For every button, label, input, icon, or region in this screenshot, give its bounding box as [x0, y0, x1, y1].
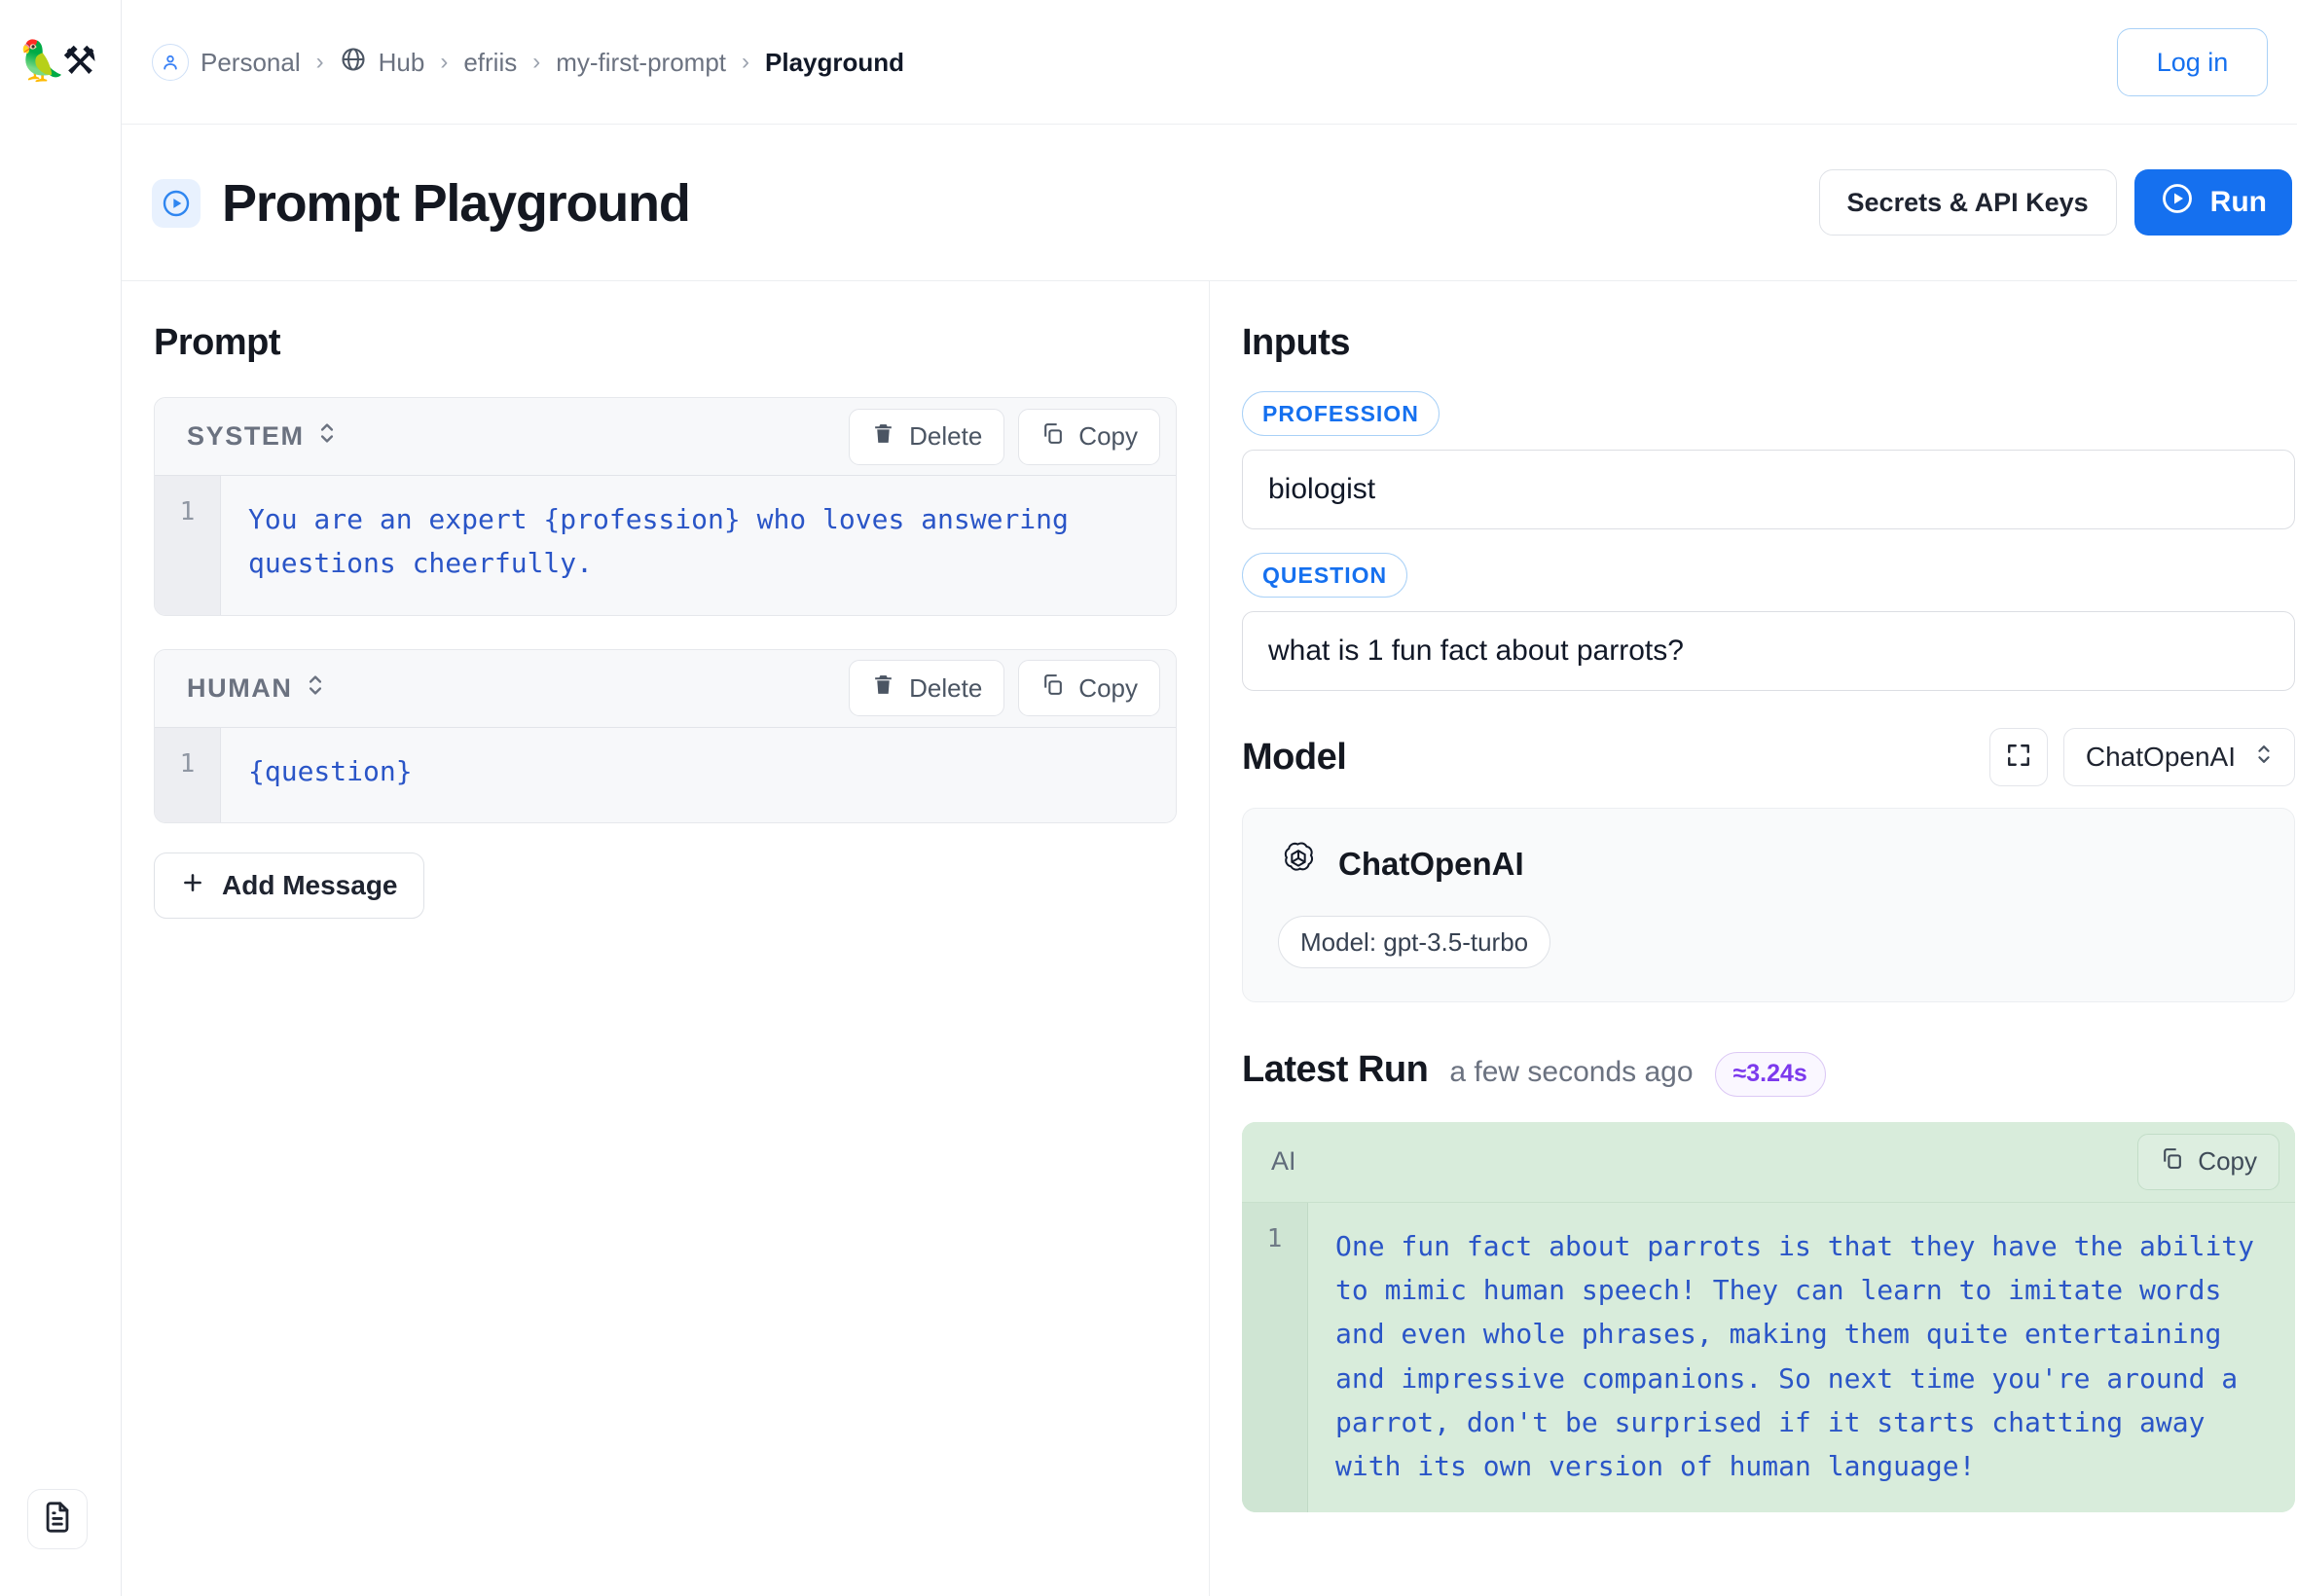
breadcrumb-label: Hub — [378, 47, 425, 77]
page-title-group: Prompt Playground — [152, 125, 691, 281]
breadcrumb-separator: › — [532, 49, 541, 75]
ai-output-body: 1 One fun fact about parrots is that the… — [1242, 1201, 2295, 1512]
expand-model-button[interactable] — [1988, 728, 2048, 786]
copy-icon — [1040, 672, 1065, 704]
delete-label: Delete — [909, 672, 983, 703]
line-number: 1 — [155, 476, 221, 615]
breadcrumb-label: Personal — [201, 47, 301, 77]
user-icon — [152, 44, 189, 81]
message-card-human: HUMAN Delete Copy 1 {question} — [154, 648, 1177, 824]
delete-message-button[interactable]: Delete — [849, 408, 1005, 465]
breadcrumb-separator: › — [742, 49, 750, 75]
title-actions: Secrets & API Keys Run — [1818, 169, 2292, 236]
latest-run-duration-badge: ≈3.24s — [1714, 1051, 1826, 1097]
breadcrumb-item-personal[interactable]: Personal — [152, 44, 301, 81]
message-editor[interactable]: 1 {question} — [155, 727, 1176, 823]
page-title: Prompt Playground — [222, 173, 691, 233]
ai-output-header: AI Copy — [1242, 1121, 2295, 1202]
model-card: ChatOpenAI Model: gpt-3.5-turbo — [1242, 808, 2295, 1002]
copy-message-button[interactable]: Copy — [1018, 408, 1160, 465]
message-actions: Delete Copy — [849, 408, 1160, 465]
copy-icon — [1040, 421, 1065, 453]
breadcrumb-separator: › — [440, 49, 449, 75]
brand-logo-icon[interactable]: 🦜⚒ — [18, 33, 97, 90]
latest-run-timestamp: a few seconds ago — [1449, 1056, 1694, 1088]
ai-output-text: One fun fact about parrots is that they … — [1335, 1229, 2271, 1483]
chevron-updown-icon — [317, 419, 337, 453]
copy-icon — [2160, 1146, 2184, 1178]
document-icon — [41, 1501, 74, 1539]
model-provider-value: ChatOpenAI — [2085, 742, 2236, 772]
ai-output-card: AI Copy 1 One fun fact about parrots is … — [1242, 1121, 2295, 1512]
role-selector-system[interactable]: SYSTEM — [187, 419, 337, 453]
prompt-pane: Prompt SYSTEM Delete Copy 1 You are an e… — [122, 281, 1210, 1596]
model-provider-select[interactable]: ChatOpenAI — [2062, 728, 2295, 786]
copy-label: Copy — [1078, 421, 1138, 451]
message-actions: Delete Copy — [849, 660, 1160, 717]
breadcrumb-item-hub[interactable]: Hub — [340, 46, 425, 80]
login-button[interactable]: Log in — [2117, 28, 2268, 96]
role-label: SYSTEM — [187, 421, 305, 451]
copy-label: Copy — [1078, 672, 1138, 703]
line-number: 1 — [1242, 1202, 1308, 1512]
message-text-system[interactable]: You are an expert {profession} who loves… — [221, 476, 1176, 615]
input-chip-question: QUESTION — [1242, 553, 1408, 598]
inputs-heading: Inputs — [1242, 322, 1350, 363]
left-rail: 🦜⚒ — [0, 0, 122, 1596]
profession-input[interactable] — [1242, 450, 2295, 529]
model-heading: Model — [1242, 736, 1347, 778]
ai-role-label: AI — [1271, 1146, 1296, 1176]
add-message-label: Add Message — [222, 870, 398, 901]
message-header: SYSTEM Delete Copy — [155, 398, 1176, 476]
results-pane: Inputs PROFESSION QUESTION Model — [1210, 281, 2297, 1596]
play-circle-icon — [2160, 181, 2195, 224]
run-button-label: Run — [2209, 186, 2267, 218]
openai-logo-icon — [1278, 840, 1319, 889]
message-header: HUMAN Delete Copy — [155, 649, 1176, 728]
model-name-pill: Model: gpt-3.5-turbo — [1278, 916, 1551, 968]
top-bar: Personal › Hub › efriis › my-first-promp… — [122, 0, 2297, 125]
message-editor[interactable]: 1 You are an expert {profession} who lov… — [155, 476, 1176, 615]
model-card-title-row: ChatOpenAI — [1278, 840, 2259, 889]
globe-icon — [340, 46, 367, 80]
prompt-heading: Prompt — [154, 322, 281, 363]
latest-run-heading: Latest Run — [1242, 1049, 1429, 1090]
plus-icon — [180, 870, 205, 902]
secrets-api-keys-button[interactable]: Secrets & API Keys — [1818, 169, 2117, 236]
breadcrumb-item-my-first-prompt[interactable]: my-first-prompt — [556, 48, 726, 78]
title-bar: Prompt Playground Secrets & API Keys Run — [122, 125, 2297, 281]
breadcrumb-item-playground: Playground — [765, 47, 905, 77]
copy-output-button[interactable]: Copy — [2137, 1133, 2279, 1190]
line-number: 1 — [155, 727, 221, 823]
chevron-updown-icon — [2255, 742, 2273, 774]
message-card-system: SYSTEM Delete Copy 1 You are an expert {… — [154, 397, 1177, 616]
question-input[interactable] — [1242, 611, 2295, 691]
breadcrumb: Personal › Hub › efriis › my-first-promp… — [152, 0, 904, 125]
playground-page: 🦜⚒ Personal › Hub › efriis › my-first-pr… — [0, 0, 2297, 1596]
run-button[interactable]: Run — [2133, 169, 2292, 236]
copy-message-button[interactable]: Copy — [1018, 660, 1160, 717]
chevron-updown-icon — [306, 671, 325, 706]
role-label: HUMAN — [187, 672, 293, 703]
breadcrumb-separator: › — [315, 49, 324, 75]
trash-icon — [871, 421, 895, 453]
copy-label: Copy — [2198, 1146, 2257, 1176]
trash-icon — [871, 672, 895, 704]
input-chip-profession: PROFESSION — [1242, 391, 1440, 436]
role-selector-human[interactable]: HUMAN — [187, 671, 325, 706]
model-card-title: ChatOpenAI — [1338, 846, 1524, 882]
latest-run-header: Latest Run a few seconds ago ≈3.24s — [1242, 1049, 2297, 1097]
playground-icon — [152, 178, 201, 228]
add-message-button[interactable]: Add Message — [154, 852, 424, 920]
delete-label: Delete — [909, 421, 983, 451]
expand-icon — [2006, 743, 2031, 773]
breadcrumb-item-efriis[interactable]: efriis — [463, 48, 517, 78]
delete-message-button[interactable]: Delete — [849, 660, 1005, 717]
docs-button[interactable] — [27, 1489, 88, 1549]
message-text-human[interactable]: {question} — [221, 728, 1176, 822]
